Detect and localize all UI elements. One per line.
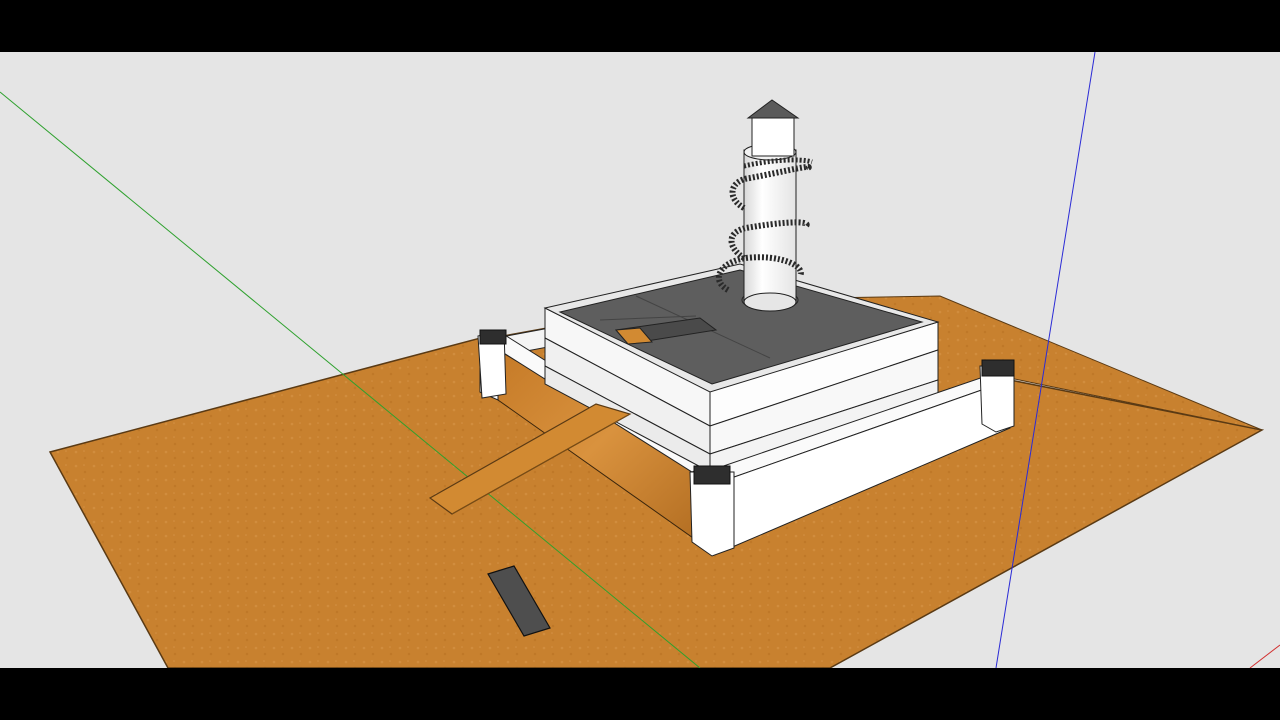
corner-post-front-cap: [693, 465, 731, 485]
model-viewport[interactable]: [0, 52, 1280, 668]
3d-scene[interactable]: [0, 52, 1280, 668]
corner-post-back-left-cap: [479, 329, 507, 345]
lookout-box: [751, 115, 795, 157]
letterbox-top: [0, 0, 1280, 52]
letterbox-bottom: [0, 668, 1280, 720]
video-frame: [0, 0, 1280, 720]
corner-post-front: [689, 471, 735, 557]
corner-post-right-cap: [981, 359, 1015, 377]
tower-bottom-edge: [743, 292, 797, 312]
